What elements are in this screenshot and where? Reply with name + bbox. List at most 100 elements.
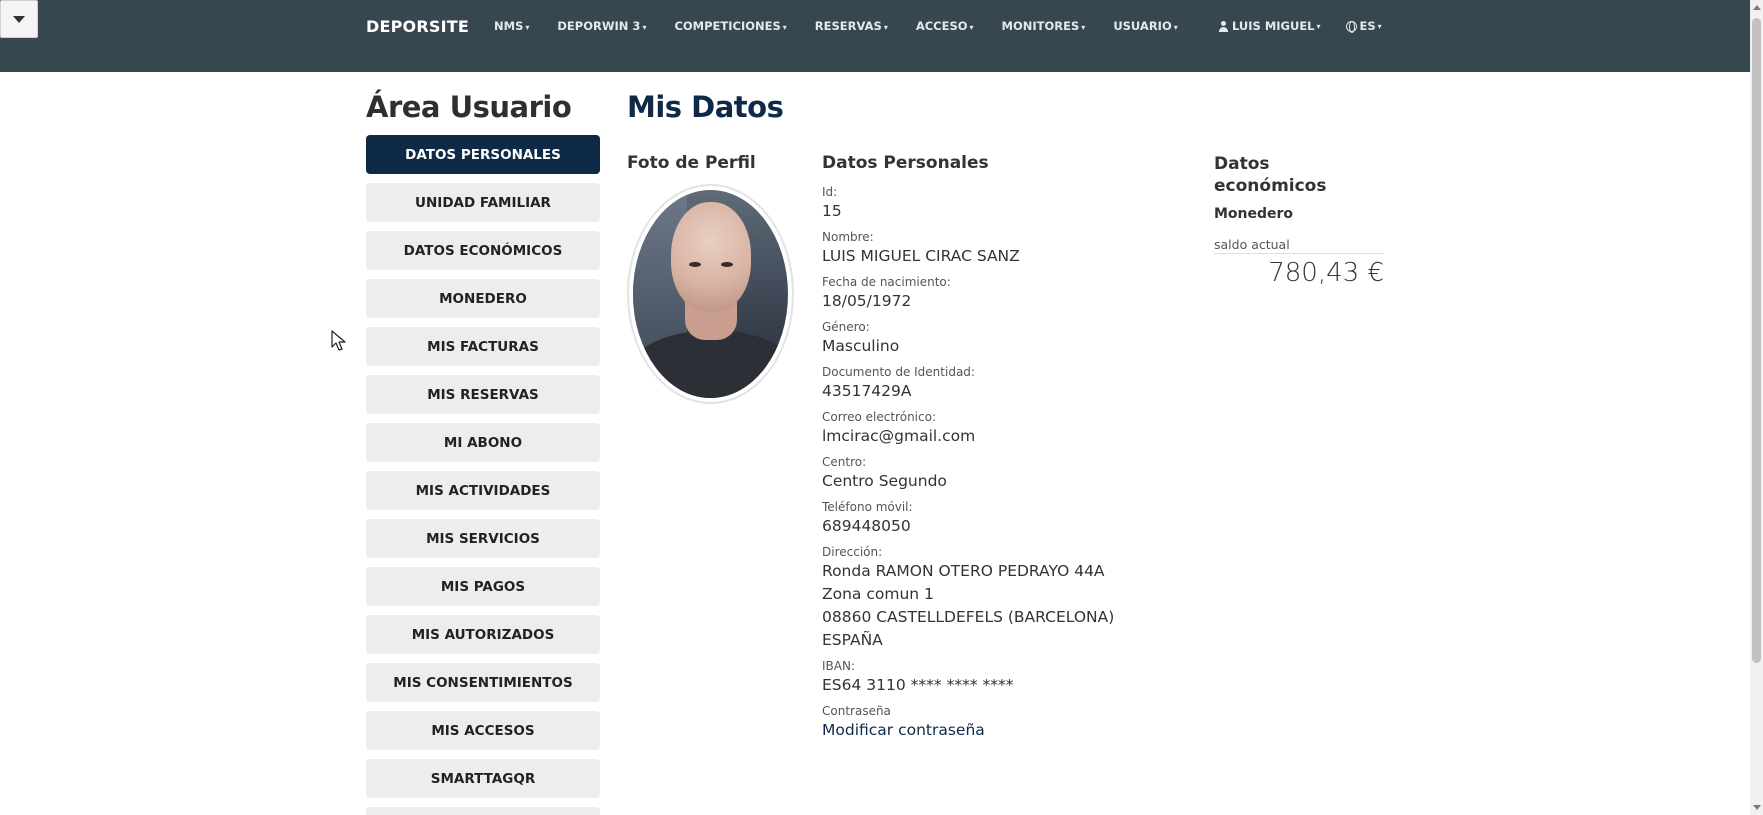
language-label: ES: [1359, 19, 1376, 33]
menu-unidad-familiar[interactable]: UNIDAD FAMILIAR: [366, 183, 600, 222]
caret-down-icon: ▾: [1377, 21, 1382, 31]
menu-datos-personales[interactable]: DATOS PERSONALES: [366, 135, 600, 174]
nav-item-label: RESERVAS: [814, 19, 882, 33]
change-password-link[interactable]: Modificar contraseña: [822, 719, 1162, 742]
caret-down-icon: ▾: [883, 23, 888, 32]
name-value: LUIS MIGUEL CIRAC SANZ: [822, 247, 1020, 265]
field-gender: Género: Masculino: [822, 319, 1162, 358]
field-iban: IBAN: ES64 3110 **** **** ****: [822, 658, 1162, 697]
personal-data-fields: Id: 15 Nombre: LUIS MIGUEL CIRAC SANZ Fe…: [822, 184, 1162, 748]
personal-data-title: Datos Personales: [822, 153, 989, 173]
nav-right: LUIS MIGUEL ▾ ES ▾: [1218, 19, 1407, 33]
scrollbar-thumb[interactable]: [1752, 18, 1761, 663]
iban-value: ES64 3110 **** **** ****: [822, 676, 1014, 694]
menu-mi-abono[interactable]: MI ABONO: [366, 423, 600, 462]
field-id: Id: 15: [822, 184, 1162, 223]
field-email: Correo electrónico: lmcirac@gmail.com: [822, 409, 1162, 448]
caret-down-icon: ▾: [1173, 23, 1178, 32]
address-line: Zona comun 1: [822, 585, 934, 603]
menu-mis-facturas[interactable]: MIS FACTURAS: [366, 327, 600, 366]
globe-icon: [1345, 20, 1357, 33]
vertical-scrollbar[interactable]: [1750, 0, 1763, 815]
menu-mis-consentimientos[interactable]: MIS CONSENTIMIENTOS: [366, 663, 600, 702]
nav-item-usuario[interactable]: USUARIO ▾: [1113, 19, 1177, 33]
mouse-cursor-icon: [331, 330, 346, 351]
field-label: Id:: [822, 185, 838, 199]
area-title: Área Usuario: [366, 90, 572, 124]
birthdate-value: 18/05/1972: [822, 292, 912, 310]
economic-data-title: Datos económicos: [1214, 154, 1327, 196]
menu-mis-autorizados[interactable]: MIS AUTORIZADOS: [366, 615, 600, 654]
nav-item-monitores[interactable]: MONITORES ▾: [1002, 19, 1086, 33]
menu-mis-accesos[interactable]: MIS ACCESOS: [366, 711, 600, 750]
field-label: Fecha de nacimiento:: [822, 275, 951, 289]
address-line: ESPAÑA: [822, 631, 883, 649]
field-document: Documento de Identidad: 43517429A: [822, 364, 1162, 403]
caret-down-icon: ▾: [1081, 23, 1086, 32]
nav-item-label: COMPETICIONES: [674, 19, 781, 33]
field-label: Documento de Identidad:: [822, 365, 975, 379]
nav-item-reservas[interactable]: RESERVAS ▾: [815, 19, 888, 33]
user-icon: [1218, 20, 1229, 32]
menu-item-partial[interactable]: [366, 807, 600, 815]
main-nav: NMS ▾ DEPORWIN 3 ▾ COMPETICIONES ▾ RESERVAS…: [494, 19, 1206, 33]
document-value: 43517429A: [822, 382, 912, 400]
menu-mis-actividades[interactable]: MIS ACTIVIDADES: [366, 471, 600, 510]
nav-item-label: USUARIO: [1113, 19, 1172, 33]
balance-label: saldo actual: [1214, 237, 1384, 254]
nav-item-label: ACCESO: [915, 19, 968, 33]
menu-mis-pagos[interactable]: MIS PAGOS: [366, 567, 600, 606]
nav-item-deporwin[interactable]: DEPORWIN 3 ▾: [557, 19, 646, 33]
field-label: Correo electrónico:: [822, 410, 936, 424]
field-label: Género:: [822, 320, 870, 334]
caret-down-icon: ▾: [782, 23, 787, 32]
sidebar-menu: DATOS PERSONALES UNIDAD FAMILIAR DATOS E…: [366, 135, 600, 815]
phone-value: 689448050: [822, 517, 911, 535]
profile-photo[interactable]: [627, 184, 794, 404]
field-label: Nombre:: [822, 230, 874, 244]
menu-smarttagqr[interactable]: SMARTTAGQR: [366, 759, 600, 798]
top-navbar: DEPORSITE NMS ▾ DEPORWIN 3 ▾ COMPETICIONES…: [0, 0, 1750, 72]
gender-value: Masculino: [822, 337, 900, 355]
brand-logo[interactable]: DEPORSITE: [366, 17, 469, 36]
caret-down-icon: ▾: [1316, 21, 1321, 31]
user-menu[interactable]: LUIS MIGUEL ▾: [1218, 19, 1321, 33]
field-password: Contraseña Modificar contraseña: [822, 703, 1162, 742]
profile-photo-image: [633, 190, 788, 398]
nav-item-acceso[interactable]: ACCESO ▾: [916, 19, 974, 33]
field-label: Contraseña: [822, 704, 891, 718]
field-phone: Teléfono móvil: 689448050: [822, 499, 1162, 538]
email-value: lmcirac@gmail.com: [822, 427, 976, 445]
page-title: Mis Datos: [627, 90, 784, 124]
menu-mis-reservas[interactable]: MIS RESERVAS: [366, 375, 600, 414]
wallet-title: Monedero: [1214, 206, 1294, 222]
field-label: Teléfono móvil:: [822, 500, 913, 514]
scroll-down-arrow-icon[interactable]: [1753, 805, 1761, 810]
user-name: LUIS MIGUEL: [1232, 19, 1315, 33]
balance-value: 780,43 €: [1268, 258, 1384, 288]
address-line: Ronda RAMON OTERO PEDRAYO 44A: [822, 562, 1105, 580]
center-value: Centro Segundo: [822, 472, 947, 490]
id-value: 15: [822, 202, 842, 220]
field-address: Dirección: Ronda RAMON OTERO PEDRAYO 44A…: [822, 544, 1162, 652]
profile-photo-title: Foto de Perfil: [627, 153, 756, 173]
nav-item-label: NMS: [494, 19, 524, 33]
nav-item-nms[interactable]: NMS ▾: [494, 19, 529, 33]
field-label: Centro:: [822, 455, 867, 469]
language-menu[interactable]: ES ▾: [1345, 19, 1382, 33]
caret-down-icon: ▾: [969, 23, 974, 32]
menu-mis-servicios[interactable]: MIS SERVICIOS: [366, 519, 600, 558]
address-line: 08860 CASTELLDEFELS (BARCELONA): [822, 608, 1115, 626]
field-center: Centro: Centro Segundo: [822, 454, 1162, 493]
field-birthdate: Fecha de nacimiento: 18/05/1972: [822, 274, 1162, 313]
nav-item-label: DEPORWIN 3: [557, 19, 641, 33]
caret-down-icon: ▾: [525, 23, 530, 32]
menu-datos-economicos[interactable]: DATOS ECONÓMICOS: [366, 231, 600, 270]
menu-monedero[interactable]: MONEDERO: [366, 279, 600, 318]
nav-item-competiciones[interactable]: COMPETICIONES ▾: [674, 19, 786, 33]
field-name: Nombre: LUIS MIGUEL CIRAC SANZ: [822, 229, 1162, 268]
field-label: Dirección:: [822, 545, 883, 559]
scroll-up-arrow-icon[interactable]: [1753, 5, 1761, 10]
nav-item-label: MONITORES: [1001, 19, 1080, 33]
dropdown-toggle-button[interactable]: [0, 0, 38, 38]
